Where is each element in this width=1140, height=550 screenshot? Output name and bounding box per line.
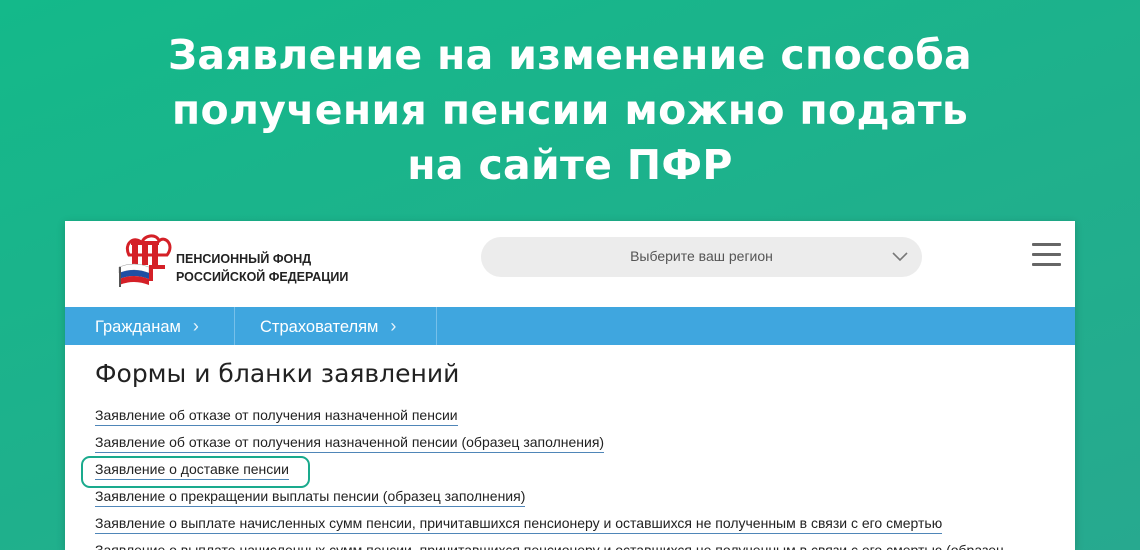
chevron-right-icon: › xyxy=(192,316,199,336)
menu-bar xyxy=(1032,253,1061,256)
region-select[interactable]: Выберите ваш регион xyxy=(481,237,922,277)
nav-divider xyxy=(436,307,437,345)
nav-item-citizens[interactable]: Гражданам › xyxy=(95,307,199,345)
page-title: Формы и бланки заявлений xyxy=(95,359,460,388)
nav-item-insurers[interactable]: Страхователям › xyxy=(260,307,396,345)
website-screenshot: ПЕНСИОННЫЙ ФОНД РОССИЙСКОЙ ФЕДЕРАЦИИ Выб… xyxy=(65,221,1075,550)
org-name-line: РОССИЙСКОЙ ФЕДЕРАЦИИ xyxy=(176,270,349,284)
main-nav: Гражданам › Страхователям › xyxy=(65,307,1075,345)
form-link[interactable]: Заявление об отказе от получения назначе… xyxy=(95,433,605,453)
form-link[interactable]: Заявление о выплате начисленных сумм пен… xyxy=(95,514,943,534)
hamburger-menu-icon[interactable] xyxy=(1032,243,1061,267)
nav-item-label: Гражданам xyxy=(95,318,181,336)
pfr-logo[interactable] xyxy=(115,231,175,289)
org-name-line: ПЕНСИОННЫЙ ФОНД xyxy=(176,252,312,266)
form-link[interactable]: Заявление об отказе от получения назначе… xyxy=(95,406,458,426)
chevron-right-icon: › xyxy=(390,316,397,336)
nav-item-label: Страхователям xyxy=(260,318,379,336)
headline-line: получения пенсии можно подать xyxy=(171,86,969,134)
region-select-label: Выберите ваш регион xyxy=(630,248,773,264)
chevron-down-icon xyxy=(892,252,908,262)
headline: Заявление на изменение способа получения… xyxy=(0,28,1140,193)
menu-bar xyxy=(1032,243,1061,246)
headline-line: на сайте ПФР xyxy=(407,141,733,189)
nav-divider xyxy=(234,307,235,345)
org-name: ПЕНСИОННЫЙ ФОНД РОССИЙСКОЙ ФЕДЕРАЦИИ xyxy=(176,250,348,286)
headline-line: Заявление на изменение способа xyxy=(167,31,972,79)
form-link[interactable]: Заявление о выплате начисленных сумм пен… xyxy=(95,541,1004,550)
menu-bar xyxy=(1032,263,1061,266)
form-link-delivery[interactable]: Заявление о доставке пенсии xyxy=(95,460,289,480)
form-link[interactable]: Заявление о прекращении выплаты пенсии (… xyxy=(95,487,526,507)
